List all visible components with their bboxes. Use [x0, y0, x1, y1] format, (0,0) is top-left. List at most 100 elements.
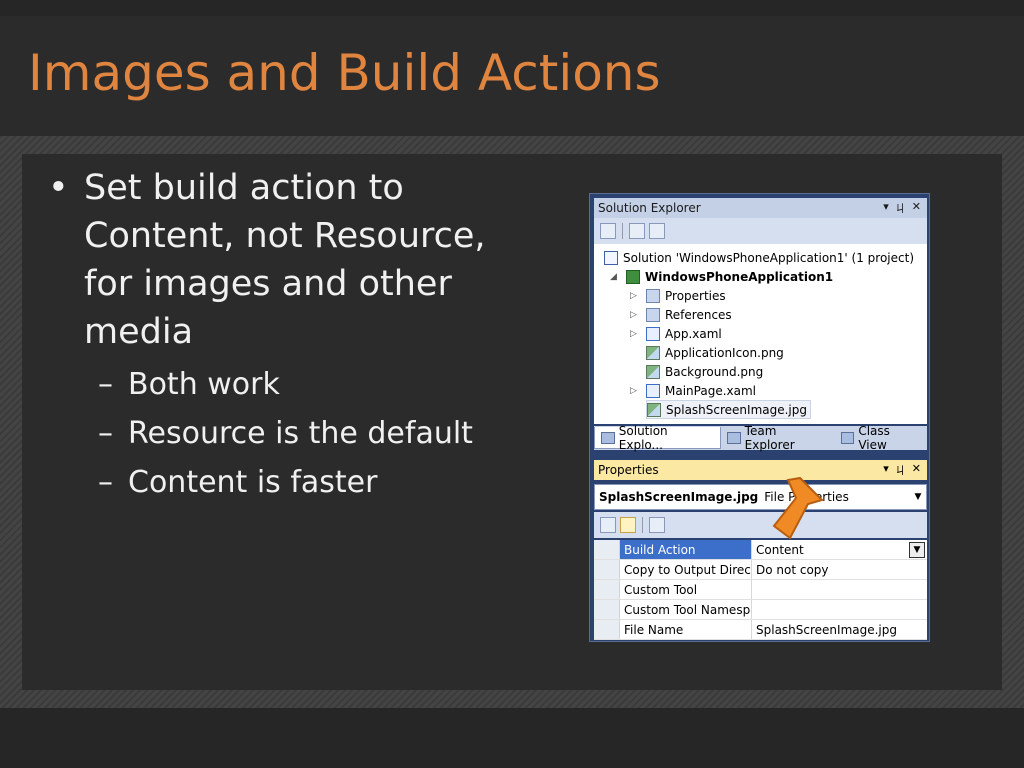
- property-value[interactable]: [752, 600, 927, 619]
- chevron-down-icon[interactable]: ▼: [910, 492, 926, 502]
- tree-item-label: App.xaml: [665, 326, 722, 341]
- tree-item-app-xaml[interactable]: ▷ App.xaml: [630, 324, 722, 343]
- toolbar-separator: [642, 517, 643, 533]
- top-band: [0, 0, 1024, 16]
- solution-explorer-toolbar: [594, 218, 927, 244]
- property-row-custom-tool[interactable]: Custom Tool: [594, 580, 927, 600]
- tree-item-solution[interactable]: Solution 'WindowsPhoneApplication1' (1 p…: [604, 248, 914, 267]
- tab-label: Class View: [858, 424, 890, 452]
- csharp-project-icon: [626, 269, 640, 284]
- tree-item-application-icon[interactable]: ApplicationIcon.png: [646, 343, 784, 362]
- tab-solution-explorer[interactable]: Solution Explo...: [594, 423, 721, 452]
- property-name: Build Action: [620, 540, 752, 559]
- tab-team-explorer[interactable]: Team Explorer: [721, 424, 835, 452]
- sub-bullet-text: Both work: [128, 367, 280, 402]
- chevron-down-icon[interactable]: ▼: [909, 542, 925, 558]
- row-gutter: [594, 540, 620, 559]
- sub-bullet-list: – Both work – Resource is the default – …: [48, 360, 518, 507]
- visual-studio-screenshot: Solution Explorer ▾ ㄐ ✕ Solution 'Window…: [589, 193, 930, 642]
- close-icon[interactable]: ✕: [912, 462, 921, 478]
- tree-item-references[interactable]: ▷ References: [630, 305, 732, 324]
- team-explorer-icon: [726, 432, 741, 444]
- row-gutter: [594, 560, 620, 579]
- pin-icon[interactable]: ㄐ: [895, 462, 906, 478]
- tree-item-mainpage[interactable]: ▷ MainPage.xaml: [630, 381, 756, 400]
- class-view-icon: [840, 432, 855, 444]
- image-file-icon: [646, 345, 660, 360]
- property-row-file-name[interactable]: File Name SplashScreenImage.jpg: [594, 620, 927, 640]
- solution-tree: Solution 'WindowsPhoneApplication1' (1 p…: [594, 244, 927, 424]
- header-tools: ▾ ㄐ ✕: [883, 200, 927, 216]
- refresh-icon[interactable]: [649, 223, 665, 239]
- dropdown-icon[interactable]: ▾: [883, 200, 889, 216]
- row-gutter: [594, 580, 620, 599]
- tree-item-background[interactable]: Background.png: [646, 362, 763, 381]
- tab-label: Team Explorer: [744, 424, 795, 452]
- tree-item-label: WindowsPhoneApplication1: [645, 269, 834, 284]
- property-value[interactable]: SplashScreenImage.jpg: [752, 620, 927, 639]
- categorized-icon[interactable]: [600, 517, 616, 533]
- tree-item-label: MainPage.xaml: [665, 383, 756, 398]
- tree-item-project[interactable]: ◢ WindowsPhoneApplication1: [610, 267, 834, 286]
- expand-arrow-icon[interactable]: ▷: [630, 291, 637, 301]
- explorer-tab-strip: Solution Explo... Team Explorer Class Vi…: [594, 423, 927, 452]
- collapse-arrow-icon[interactable]: ◢: [610, 272, 617, 282]
- tab-class-view[interactable]: Class View: [835, 424, 927, 452]
- expand-arrow-icon[interactable]: ▷: [630, 310, 637, 320]
- bullet-glyph: •: [48, 168, 69, 208]
- tab-label: Solution Explo...: [618, 423, 668, 452]
- property-name: Custom Tool: [620, 580, 752, 599]
- row-gutter: [594, 600, 620, 619]
- property-row-copy-to-output[interactable]: Copy to Output Directory Do not copy: [594, 560, 927, 580]
- folder-icon: [646, 288, 660, 303]
- xaml-file-icon: [646, 383, 660, 398]
- close-icon[interactable]: ✕: [912, 200, 921, 216]
- solution-explorer-header: Solution Explorer ▾ ㄐ ✕: [594, 198, 927, 218]
- tree-item-splashscreen[interactable]: SplashScreenImage.jpg: [646, 400, 811, 419]
- sub-bullet-text: Resource is the default: [128, 416, 473, 451]
- tree-item-properties[interactable]: ▷ Properties: [630, 286, 726, 305]
- header-tools: ▾ ㄐ ✕: [883, 462, 927, 478]
- solution-explorer-icon: [601, 431, 615, 444]
- image-file-icon: [646, 364, 660, 379]
- pin-icon[interactable]: ㄐ: [895, 200, 906, 216]
- property-name: File Name: [620, 620, 752, 639]
- tree-item-label: Properties: [665, 288, 726, 303]
- sub-bullet-glyph: –: [98, 465, 113, 500]
- alphabetical-sort-icon[interactable]: [620, 517, 636, 533]
- property-value[interactable]: Do not copy: [752, 560, 927, 579]
- sub-bullet-text: Content is faster: [128, 465, 378, 500]
- sub-bullet-item: – Resource is the default: [48, 409, 518, 458]
- property-pages-icon[interactable]: [649, 517, 665, 533]
- xaml-file-icon: [646, 326, 660, 341]
- property-grid: Build Action Content ▼ Copy to Output Di…: [594, 540, 927, 640]
- sub-bullet-item: – Both work: [48, 360, 518, 409]
- property-row-custom-tool-namespace[interactable]: Custom Tool Namespace: [594, 600, 927, 620]
- tree-item-label: Solution 'WindowsPhoneApplication1' (1 p…: [623, 250, 914, 265]
- property-name: Copy to Output Directory: [620, 560, 752, 579]
- image-file-icon: [647, 402, 661, 417]
- solution-explorer-title: Solution Explorer: [598, 201, 701, 215]
- tree-item-label: ApplicationIcon.png: [665, 345, 784, 360]
- bullet-list: • Set build action to Content, not Resou…: [48, 164, 518, 507]
- tree-item-label: Background.png: [665, 364, 764, 379]
- toolbar-separator: [622, 223, 623, 239]
- property-name: Custom Tool Namespace: [620, 600, 752, 619]
- dropdown-icon[interactable]: ▾: [883, 462, 889, 478]
- tree-item-label: SplashScreenImage.jpg: [666, 402, 807, 417]
- slide-title: Images and Build Actions: [28, 44, 661, 102]
- sub-bullet-glyph: –: [98, 416, 113, 451]
- callout-arrow-icon: [772, 476, 824, 540]
- bullet-text: Set build action to Content, not Resourc…: [84, 168, 486, 352]
- properties-icon[interactable]: [600, 223, 616, 239]
- show-all-files-icon[interactable]: [629, 223, 645, 239]
- tree-item-label: References: [665, 307, 732, 322]
- property-value[interactable]: [752, 580, 927, 599]
- properties-title: Properties: [598, 463, 659, 477]
- bullet-item: • Set build action to Content, not Resou…: [48, 164, 518, 356]
- expand-arrow-icon[interactable]: ▷: [630, 386, 637, 396]
- row-gutter: [594, 620, 620, 639]
- sub-bullet-item: – Content is faster: [48, 458, 518, 507]
- expand-arrow-icon[interactable]: ▷: [630, 329, 637, 339]
- object-name: SplashScreenImage.jpg: [599, 490, 759, 504]
